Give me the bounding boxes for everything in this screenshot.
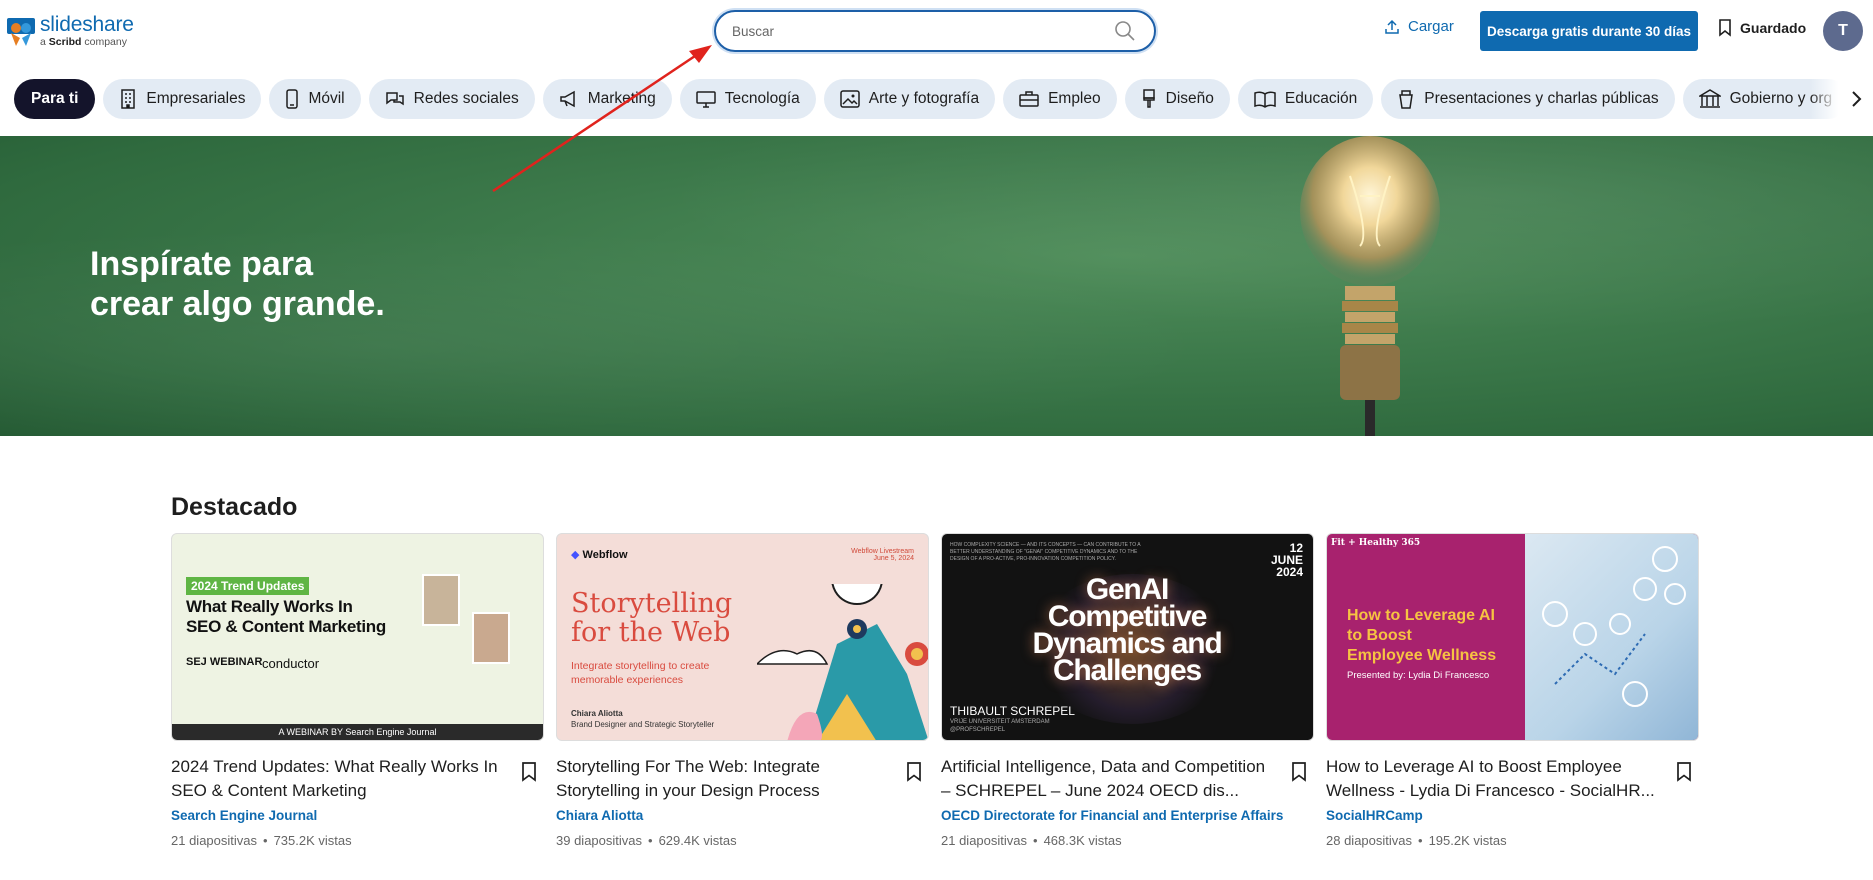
featured-card[interactable]: ◆ Webflow Webflow Livestream June 5, 2024…	[556, 533, 929, 848]
government-icon	[1698, 89, 1721, 108]
card-author[interactable]: Chiara Aliotta	[556, 808, 643, 823]
annotation-arrow	[492, 45, 712, 193]
chip-label: Marketing	[587, 90, 656, 107]
card-author[interactable]: Search Engine Journal	[171, 808, 317, 823]
podium-icon	[1399, 90, 1414, 109]
chip-marketing[interactable]: Marketing	[542, 79, 672, 119]
megaphone-icon	[559, 90, 575, 108]
chip-redes-sociales[interactable]: Redes sociales	[368, 79, 535, 119]
category-bar: Para ti Empresariales Móvil Redes social…	[14, 79, 1854, 119]
chip-presentaciones[interactable]: Presentaciones y charlas públicas	[1381, 79, 1675, 119]
upload-icon	[1385, 19, 1399, 34]
card-title[interactable]: 2024 Trend Updates: What Really Works In…	[171, 755, 501, 803]
bookmark-icon	[1719, 19, 1731, 37]
card-author[interactable]: SocialHRCamp	[1326, 808, 1423, 823]
card-meta: 28 diapositivas • 195.2K vistas	[1326, 833, 1507, 848]
chip-arte-fotografia[interactable]: Arte y fotografía	[823, 79, 996, 119]
chip-empleo[interactable]: Empleo	[1003, 79, 1117, 119]
card-title[interactable]: Artificial Intelligence, Data and Compet…	[941, 755, 1271, 803]
chip-label: Móvil	[308, 90, 345, 107]
saved-link[interactable]: Guardado	[1718, 19, 1806, 37]
upload-link[interactable]: Cargar	[1384, 18, 1454, 35]
user-avatar[interactable]: T	[1823, 11, 1863, 51]
card-thumbnail[interactable]: ◆ Webflow Webflow Livestream June 5, 2024…	[556, 533, 929, 741]
image-icon	[840, 90, 860, 108]
card-meta: 21 diapositivas • 468.3K vistas	[941, 833, 1122, 848]
search-icon[interactable]	[1114, 20, 1136, 42]
slideshare-logo[interactable]: slideshare a Scribd company	[6, 14, 134, 48]
top-header: slideshare a Scribd company Cargar Desca…	[0, 0, 1873, 60]
search-input[interactable]	[732, 12, 1092, 50]
saved-label: Guardado	[1740, 20, 1807, 36]
bookmark-icon[interactable]	[906, 762, 922, 782]
paintbrush-icon	[1142, 89, 1155, 108]
card-thumbnail[interactable]: HOW COMPLEXITY SCIENCE — AND ITS CONCEPT…	[941, 533, 1314, 741]
chip-educacion[interactable]: Educación	[1237, 79, 1374, 119]
card-title[interactable]: How to Leverage AI to Boost Employee Wel…	[1326, 755, 1656, 803]
card-meta: 21 diapositivas • 735.2K vistas	[171, 833, 352, 848]
chips-fade	[1810, 78, 1873, 120]
featured-card[interactable]: HOW COMPLEXITY SCIENCE — AND ITS CONCEPT…	[941, 533, 1314, 848]
chip-label: Para ti	[31, 90, 79, 107]
chip-label: Empleo	[1048, 90, 1101, 107]
bookmark-icon[interactable]	[1291, 762, 1307, 782]
chip-label: Arte y fotografía	[868, 90, 980, 107]
book-icon	[1254, 91, 1276, 108]
briefcase-icon	[1019, 91, 1039, 107]
building-icon	[121, 89, 136, 109]
phone-icon	[286, 89, 299, 109]
hero-banner: Inspírate para crear algo grande.	[0, 136, 1873, 436]
chip-tecnologia[interactable]: Tecnología	[679, 79, 816, 119]
featured-section-title: Destacado	[171, 493, 298, 521]
monitor-icon	[696, 91, 716, 108]
chip-label: Presentaciones y charlas públicas	[1424, 90, 1659, 107]
light-bulb-image	[1300, 136, 1440, 436]
search-box[interactable]	[714, 10, 1156, 52]
chevron-right-icon[interactable]	[1850, 89, 1862, 109]
illustration	[757, 584, 928, 740]
chat-bubbles-icon	[385, 92, 404, 106]
card-author[interactable]: OECD Directorate for Financial and Enter…	[941, 808, 1283, 823]
chip-label: Redes sociales	[413, 90, 519, 107]
logo-name: slideshare	[40, 13, 134, 36]
featured-card[interactable]: 2024 Trend Updates What Really Works In …	[171, 533, 544, 848]
free-trial-button[interactable]: Descarga gratis durante 30 días	[1480, 11, 1698, 51]
slideshare-logo-icon	[6, 16, 36, 46]
logo-text: slideshare a Scribd company	[40, 14, 134, 48]
featured-card[interactable]: Fit + Healthy 365 How to Leverage AI to …	[1326, 533, 1699, 848]
card-thumbnail[interactable]: Fit + Healthy 365 How to Leverage AI to …	[1326, 533, 1699, 741]
wellness-image	[1525, 534, 1698, 740]
speaker-photo	[472, 612, 510, 664]
bookmark-icon[interactable]	[521, 762, 537, 782]
hero-title: Inspírate para crear algo grande.	[90, 245, 385, 323]
logo-subtitle: a Scribd company	[40, 36, 127, 48]
card-title[interactable]: Storytelling For The Web: Integrate Stor…	[556, 755, 886, 803]
speaker-photo	[422, 574, 460, 626]
bookmark-icon[interactable]	[1676, 762, 1692, 782]
chip-label: Tecnología	[724, 90, 800, 107]
chip-diseno[interactable]: Diseño	[1124, 79, 1230, 119]
chip-label: Educación	[1284, 90, 1358, 107]
chip-para-ti[interactable]: Para ti	[14, 79, 96, 119]
upload-label: Cargar	[1408, 18, 1454, 35]
chip-label: Diseño	[1165, 90, 1214, 107]
chip-label: Empresariales	[146, 90, 246, 107]
card-meta: 39 diapositivas • 629.4K vistas	[556, 833, 737, 848]
chip-movil[interactable]: Móvil	[269, 79, 361, 119]
card-thumbnail[interactable]: 2024 Trend Updates What Really Works In …	[171, 533, 544, 741]
chip-empresariales[interactable]: Empresariales	[103, 79, 262, 119]
